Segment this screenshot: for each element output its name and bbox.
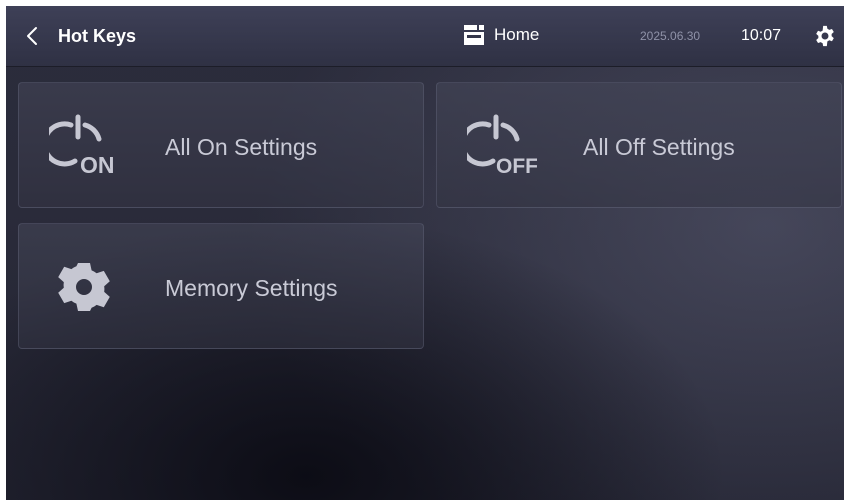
hot-keys-screen: Hot Keys Home 2025.06.30 10:07 ON All On… bbox=[6, 6, 844, 500]
date-display: 2025.06.30 bbox=[640, 29, 701, 43]
power-off-icon: OFF bbox=[467, 114, 537, 178]
all-off-settings-button[interactable]: OFF All Off Settings bbox=[436, 82, 842, 208]
chevron-left-icon[interactable] bbox=[22, 22, 42, 50]
home-icon[interactable] bbox=[463, 24, 485, 46]
svg-text:OFF: OFF bbox=[496, 155, 537, 178]
memory-settings-button[interactable]: Memory Settings bbox=[18, 223, 424, 349]
power-on-icon: ON bbox=[49, 114, 115, 178]
top-bar: Hot Keys Home 2025.06.30 10:07 bbox=[6, 6, 844, 67]
time-display: 10:07 bbox=[741, 27, 782, 44]
page-title: Hot Keys bbox=[58, 26, 137, 46]
svg-text:ON: ON bbox=[80, 152, 115, 178]
tile-label-memory: Memory Settings bbox=[165, 275, 338, 301]
tile-label-all-on: All On Settings bbox=[165, 134, 318, 160]
gear-icon bbox=[58, 263, 110, 311]
home-label[interactable]: Home bbox=[494, 24, 539, 46]
gear-icon[interactable] bbox=[814, 25, 836, 47]
all-on-settings-button[interactable]: ON All On Settings bbox=[18, 82, 424, 208]
tile-label-all-off: All Off Settings bbox=[583, 134, 735, 160]
